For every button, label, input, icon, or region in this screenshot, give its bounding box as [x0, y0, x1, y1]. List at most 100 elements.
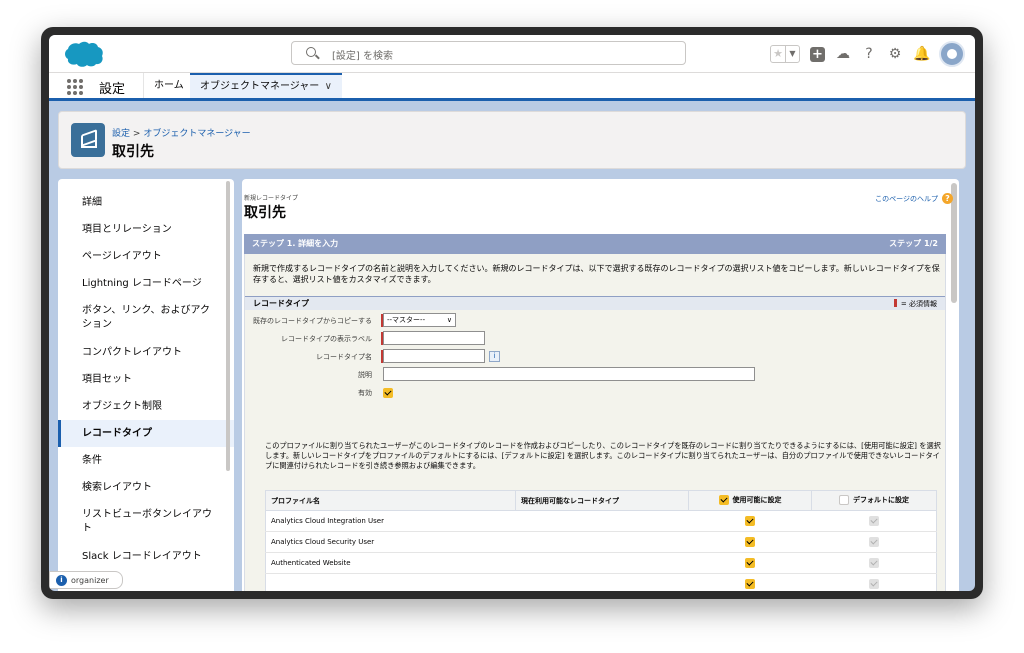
tab-home[interactable]: ホーム [143, 73, 194, 98]
default-column-label: デフォルトに設定 [853, 495, 909, 504]
sidebar-item-record-types[interactable]: レコードタイプ [58, 420, 234, 447]
sidebar-item-lightning-pages[interactable]: Lightning レコードページ [58, 270, 234, 297]
sidebar-item-label: オブジェクト制限 [82, 401, 162, 412]
chevron-down-icon[interactable]: ∨ [325, 75, 332, 98]
step-description: 新規で作成するレコードタイプの名前と説明を入力してください。新規のレコードタイプ… [253, 264, 940, 284]
sidebar-item-slack-record-layouts[interactable]: Slack レコードレイアウト [58, 543, 234, 570]
sidebar-item-label: ページレイアウト [82, 251, 162, 262]
active-row: 有効 [245, 385, 945, 401]
table-row: Analytics Cloud Security User [265, 531, 937, 553]
sidebar-item-object-limits[interactable]: オブジェクト制限 [58, 393, 234, 420]
copy-from-row: 既存のレコードタイプからコピーする --マスター-- ∨ [245, 313, 945, 329]
bell-icon[interactable]: 🔔 [913, 46, 930, 62]
sidebar-item-search-layouts[interactable]: 検索レイアウト [58, 474, 234, 501]
breadcrumb-object-manager-link[interactable]: オブジェクトマネージャー [143, 129, 250, 139]
step-count: ステップ 1/2 [889, 239, 938, 248]
organizer-extension-button[interactable]: i organizer [49, 571, 123, 589]
sidebar-item-label: リストビューボタンレイアウト [82, 509, 212, 534]
enable-checkbox[interactable] [745, 579, 755, 589]
enable-cell [688, 510, 812, 532]
section-title: レコードタイプ [253, 299, 309, 308]
sidebar-scrollbar[interactable] [226, 181, 230, 471]
copy-from-value: --マスター-- [387, 316, 426, 324]
default-checkbox[interactable] [868, 558, 879, 568]
search-icon [306, 47, 316, 57]
sidebar-item-label: コンパクトレイアウト [82, 347, 182, 358]
app-name: 設定 [99, 82, 126, 97]
record-type-title: 取引先 [244, 205, 286, 221]
global-search-input[interactable]: [設定] を検索 [291, 41, 686, 65]
help-icon[interactable]: ? [861, 46, 877, 62]
default-column-header: デフォルトに設定 [811, 490, 937, 511]
sidebar-item-conditions[interactable]: 条件 [58, 447, 234, 474]
sidebar-item-label: レコードタイプ [82, 428, 152, 439]
step-title: ステップ 1. 詳細を入力 [252, 239, 339, 248]
gear-icon[interactable]: ⚙ [887, 46, 903, 62]
current-record-type [515, 552, 689, 574]
page-title: 取引先 [112, 144, 154, 160]
help-link[interactable]: このページのヘルプ ? [875, 193, 953, 204]
info-icon[interactable]: i [489, 351, 500, 362]
app-nav-bar: 設定 ホーム オブジェクトマネージャー ∨ [49, 73, 975, 101]
required-marker [893, 299, 897, 307]
sidebar-item-label: ボタン、リンク、およびアクション [82, 305, 210, 330]
default-checkbox[interactable] [868, 537, 879, 547]
sidebar-item-page-layouts[interactable]: ページレイアウト [58, 243, 234, 270]
sidebar-item-label: 詳細 [82, 197, 102, 208]
current-record-type [515, 531, 689, 553]
required-info-label: = 必須情報 [900, 300, 937, 308]
organizer-icon: i [56, 574, 67, 586]
sidebar-item-fields[interactable]: 項目とリレーション [58, 216, 234, 243]
global-header: [設定] を検索 ★ ▼ + ☁ ? ⚙ 🔔 [49, 35, 975, 73]
sidebar-item-compact-layouts[interactable]: コンパクトレイアウト [58, 339, 234, 366]
avatar[interactable] [939, 41, 965, 67]
default-cell [811, 531, 937, 553]
breadcrumb-setup-link[interactable]: 設定 [112, 129, 130, 139]
display-label-input[interactable] [383, 331, 485, 345]
app-window: [設定] を検索 ★ ▼ + ☁ ? ⚙ 🔔 設定 ホーム オブジェクトマネージ… [41, 27, 983, 599]
enable-checkbox[interactable] [745, 537, 755, 547]
enable-all-checkbox[interactable] [718, 494, 729, 505]
record-type-name-input[interactable] [383, 349, 485, 363]
star-icon: ★ [773, 47, 783, 60]
object-page-header: 設定 > オブジェクトマネージャー 取引先 [58, 111, 966, 169]
search-placeholder: [設定] を検索 [332, 51, 393, 62]
breadcrumb: 設定 > オブジェクトマネージャー [112, 126, 251, 139]
app-launcher-icon[interactable] [67, 79, 83, 95]
default-checkbox[interactable] [868, 579, 879, 589]
favorites-button[interactable]: ★ ▼ [770, 45, 800, 63]
global-create-icon[interactable]: + [810, 46, 825, 62]
sidebar-item-label: Slack レコードレイアウト [82, 551, 202, 562]
active-checkbox[interactable] [383, 388, 393, 398]
default-checkbox[interactable] [868, 516, 879, 526]
object-sidebar: 詳細 項目とリレーション ページレイアウト Lightning レコードページ … [58, 179, 234, 591]
profile-note: このプロファイルに割り当てられたユーザーがこのレコードタイプのレコードを作成およ… [265, 441, 941, 470]
trailhead-icon[interactable]: ☁ [835, 46, 851, 62]
sidebar-item-label: 条件 [82, 455, 102, 466]
default-cell [811, 573, 937, 591]
profile-table: プロファイル名 現在利用可能なレコードタイプ 使用可能に設定 デフォルトに設定 [265, 490, 937, 591]
table-header-row: プロファイル名 現在利用可能なレコードタイプ 使用可能に設定 デフォルトに設定 [265, 490, 937, 511]
copy-from-select[interactable]: --マスター-- ∨ [383, 313, 456, 327]
screen: [設定] を検索 ★ ▼ + ☁ ? ⚙ 🔔 設定 ホーム オブジェクトマネージ… [49, 35, 975, 591]
header-icons: ★ ▼ + ☁ ? ⚙ 🔔 [770, 40, 965, 68]
description-input[interactable] [383, 367, 755, 381]
tab-object-manager[interactable]: オブジェクトマネージャー ∨ [190, 73, 342, 98]
sidebar-item-details[interactable]: 詳細 [58, 189, 234, 216]
enable-checkbox[interactable] [745, 558, 755, 568]
sidebar-item-field-sets[interactable]: 項目セット [58, 366, 234, 393]
chevron-down-icon: ▼ [785, 46, 799, 62]
profile-name: Authenticated Website [265, 552, 516, 574]
tab-home-label: ホーム [154, 80, 184, 91]
sidebar-item-buttons-links-actions[interactable]: ボタン、リンク、およびアクション [58, 297, 234, 339]
sidebar-item-label: 検索レイアウト [82, 482, 152, 493]
step-header: ステップ 1. 詳細を入力 ステップ 1/2 [244, 234, 946, 254]
enable-cell [688, 573, 812, 591]
layers-icon [71, 123, 105, 157]
enable-checkbox[interactable] [745, 516, 755, 526]
salesforce-logo-icon[interactable] [61, 40, 105, 68]
sidebar-item-list-view-button-layout[interactable]: リストビューボタンレイアウト [58, 501, 234, 543]
enable-cell [688, 552, 812, 574]
default-all-checkbox[interactable] [839, 494, 849, 505]
profile-name: Analytics Cloud Security User [265, 531, 516, 553]
